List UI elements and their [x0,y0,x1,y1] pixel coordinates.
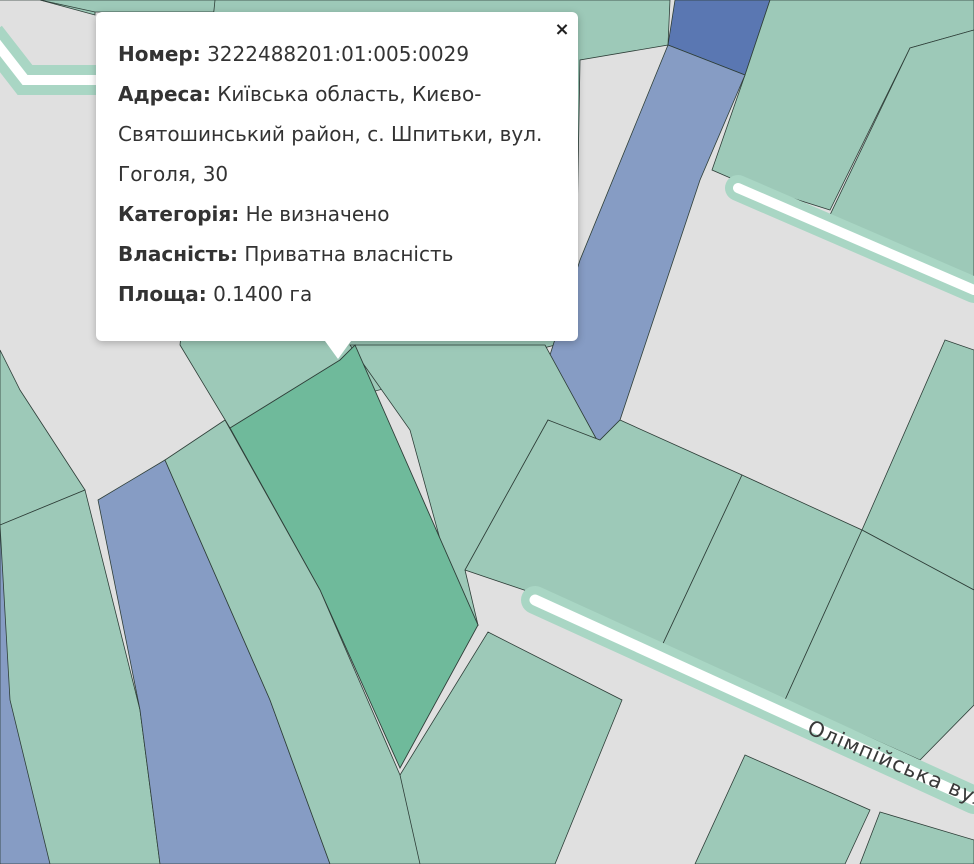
field-category: Категорія: Не визначено [118,194,556,234]
field-number-value: 3222488201:01:005:0029 [207,42,470,66]
close-icon[interactable]: × [554,20,570,40]
field-category-value: Не визначено [245,202,390,226]
parcel-info-popup: × Номер: 3222488201:01:005:0029 Адреса: … [96,12,578,359]
field-number-label: Номер: [118,42,201,66]
field-ownership-value: Приватна власність [244,242,454,266]
field-address-label: Адреса: [118,82,211,106]
field-area: Площа: 0.1400 га [118,274,556,314]
field-address: Адреса: Київська область, Києво-Святошин… [118,74,556,194]
field-category-label: Категорія: [118,202,240,226]
field-number: Номер: 3222488201:01:005:0029 [118,34,556,74]
field-area-label: Площа: [118,282,207,306]
field-ownership: Власність: Приватна власність [118,234,556,274]
popup-tip [325,341,351,359]
field-ownership-label: Власність: [118,242,239,266]
field-area-value: 0.1400 га [213,282,313,306]
